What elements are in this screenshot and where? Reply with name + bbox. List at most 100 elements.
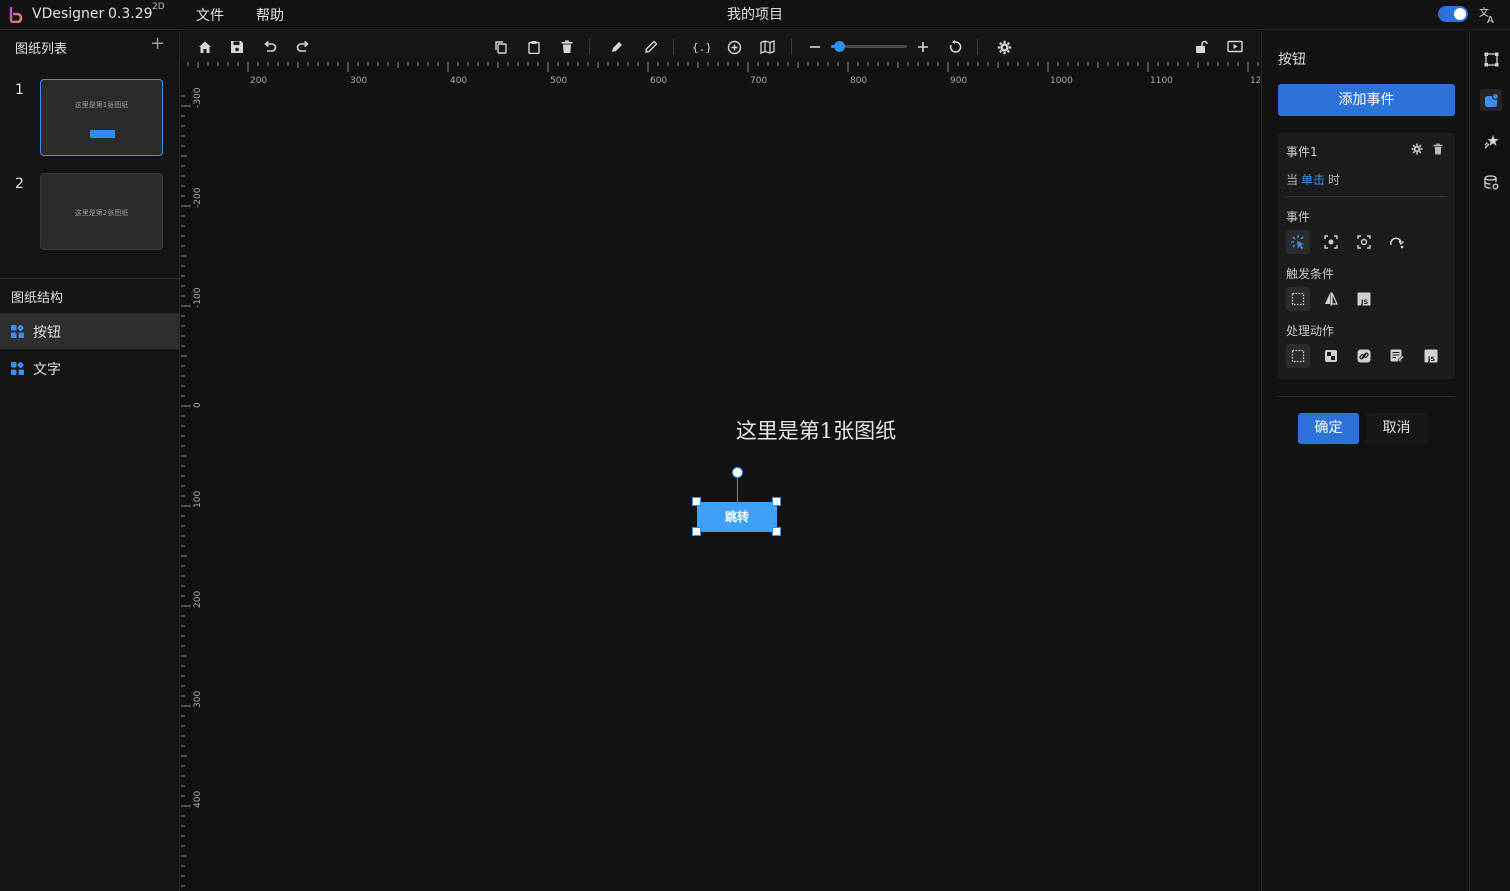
- design-canvas[interactable]: 这里是第1张图纸 跳转: [206, 87, 1260, 891]
- map-icon[interactable]: [757, 37, 777, 57]
- gear-icon[interactable]: [1411, 143, 1423, 155]
- home-icon[interactable]: [195, 37, 215, 57]
- component-icon: [11, 362, 24, 375]
- toolbar-divider: [791, 39, 792, 55]
- translate-icon[interactable]: 文 A: [1478, 5, 1498, 25]
- divider: [0, 278, 179, 279]
- animation-panel-icon[interactable]: [1480, 130, 1502, 152]
- page-thumbnail-2[interactable]: 这里是第2张图纸: [40, 173, 163, 250]
- edit-property-action-icon[interactable]: [1385, 344, 1409, 368]
- event-section-label: 事件: [1286, 210, 1311, 224]
- pen-icon[interactable]: [607, 37, 627, 57]
- tree-item-button[interactable]: 按钮: [0, 313, 179, 349]
- svg-text:{.}: {.}: [692, 41, 710, 54]
- click-event-icon[interactable]: [1286, 230, 1310, 254]
- page-number: 1: [15, 82, 24, 98]
- theme-toggle[interactable]: [1438, 6, 1468, 22]
- reset-icon[interactable]: [945, 37, 965, 57]
- event-panel-icon[interactable]: [1480, 89, 1502, 111]
- resize-handle-top-left[interactable]: [692, 497, 701, 506]
- settings-icon[interactable]: [994, 37, 1014, 57]
- js-condition-icon[interactable]: JS: [1352, 287, 1376, 311]
- zoom-slider[interactable]: [831, 41, 907, 52]
- ruler-label: 1100: [1150, 76, 1173, 86]
- ruler-label: 900: [950, 76, 967, 86]
- blur-event-icon[interactable]: [1352, 230, 1376, 254]
- pages-title: 图纸列表: [15, 42, 68, 57]
- resize-handle-bottom-right[interactable]: [772, 527, 781, 536]
- ruler-label: 700: [750, 76, 767, 86]
- delete-icon[interactable]: [557, 37, 577, 57]
- js-action-icon[interactable]: JS: [1419, 344, 1443, 368]
- divider: [1286, 196, 1447, 197]
- page-thumbnail-1[interactable]: 这里是第1张图纸: [40, 79, 163, 156]
- redo-icon[interactable]: [293, 37, 313, 57]
- transform-panel-icon[interactable]: [1480, 48, 1502, 70]
- app-window: VDesigner 0.3.29 2D 文件 帮助 我的项目 文 A 图纸列表 …: [0, 0, 1510, 891]
- app-name: VDesigner: [32, 6, 105, 22]
- ruler-label: 400: [450, 76, 467, 86]
- svg-text:A: A: [1487, 15, 1494, 25]
- title-bar: VDesigner 0.3.29 2D 文件 帮助 我的项目 文 A: [0, 0, 1510, 30]
- ruler-label: 300: [193, 691, 203, 708]
- link-action-icon[interactable]: [1352, 344, 1376, 368]
- ruler-label: 200: [193, 591, 203, 608]
- loop-event-icon[interactable]: [1385, 230, 1409, 254]
- zoom-out-icon[interactable]: [805, 37, 825, 57]
- resize-handle-bottom-left[interactable]: [692, 527, 701, 536]
- action-section-label: 处理动作: [1286, 324, 1335, 338]
- side-rail: [1471, 31, 1510, 891]
- compare-condition-icon[interactable]: [1319, 287, 1343, 311]
- trash-icon[interactable]: [1432, 143, 1444, 155]
- divider: [1278, 396, 1455, 397]
- data-source-panel-icon[interactable]: [1480, 171, 1502, 193]
- component-icon: [11, 325, 24, 338]
- zoom-plus-icon[interactable]: [913, 37, 933, 57]
- event-card: 事件1 当单击时 事件 触发条件 JS 处理动作 JS: [1278, 133, 1455, 379]
- lock-icon[interactable]: [1191, 37, 1211, 57]
- focus-event-icon[interactable]: [1319, 230, 1343, 254]
- copy-icon[interactable]: [491, 37, 511, 57]
- rotation-line: [737, 477, 738, 502]
- tree-item-label: 按钮: [33, 325, 61, 341]
- zoom-in-icon[interactable]: [724, 37, 744, 57]
- undo-icon[interactable]: [260, 37, 280, 57]
- horizontal-ruler: 200 300 400 500 600 700 800 900 1000 1100 1200: [181, 62, 1260, 87]
- toggle-visibility-action-icon[interactable]: [1319, 344, 1343, 368]
- toolbar-divider: [673, 39, 674, 55]
- menu-help[interactable]: 帮助: [256, 5, 284, 25]
- tree-item-text[interactable]: 文字: [0, 350, 179, 386]
- no-action-icon[interactable]: [1286, 344, 1310, 368]
- save-icon[interactable]: [227, 37, 247, 57]
- menu-file[interactable]: 文件: [196, 5, 224, 25]
- rotation-handle[interactable]: [732, 467, 743, 478]
- confirm-button[interactable]: 确定: [1298, 413, 1359, 444]
- canvas-heading-text[interactable]: 这里是第1张图纸: [626, 415, 1006, 445]
- add-page-button[interactable]: +: [150, 34, 165, 54]
- add-event-button[interactable]: 添加事件: [1278, 84, 1455, 116]
- paste-icon[interactable]: [524, 37, 544, 57]
- code-braces-icon[interactable]: {.}: [691, 37, 711, 57]
- ruler-label: 200: [250, 76, 267, 86]
- condition-section-label: 触发条件: [1286, 267, 1335, 281]
- page-number: 2: [15, 176, 24, 192]
- resize-handle-top-right[interactable]: [772, 497, 781, 506]
- pencil-icon[interactable]: [641, 37, 661, 57]
- event-name: 事件1: [1286, 145, 1318, 159]
- ruler-label: 600: [650, 76, 667, 86]
- thumbnail-button-preview: [90, 130, 115, 138]
- project-title: 我的项目: [727, 7, 783, 23]
- tree-item-label: 文字: [33, 362, 61, 378]
- cancel-button[interactable]: 取消: [1366, 413, 1427, 444]
- no-condition-icon[interactable]: [1286, 287, 1310, 311]
- ruler-label: 100: [193, 491, 203, 508]
- zoom-slider-handle[interactable]: [834, 41, 845, 52]
- ruler-label: 0: [193, 402, 203, 408]
- ruler-label: 400: [193, 791, 203, 808]
- ruler-label: 800: [850, 76, 867, 86]
- trigger-prefix: 当: [1286, 173, 1299, 187]
- preview-icon[interactable]: [1225, 37, 1245, 57]
- trigger-type-link[interactable]: 单击: [1301, 173, 1325, 187]
- canvas-jump-button[interactable]: 跳转: [697, 502, 777, 532]
- ruler-label: -300: [193, 87, 203, 108]
